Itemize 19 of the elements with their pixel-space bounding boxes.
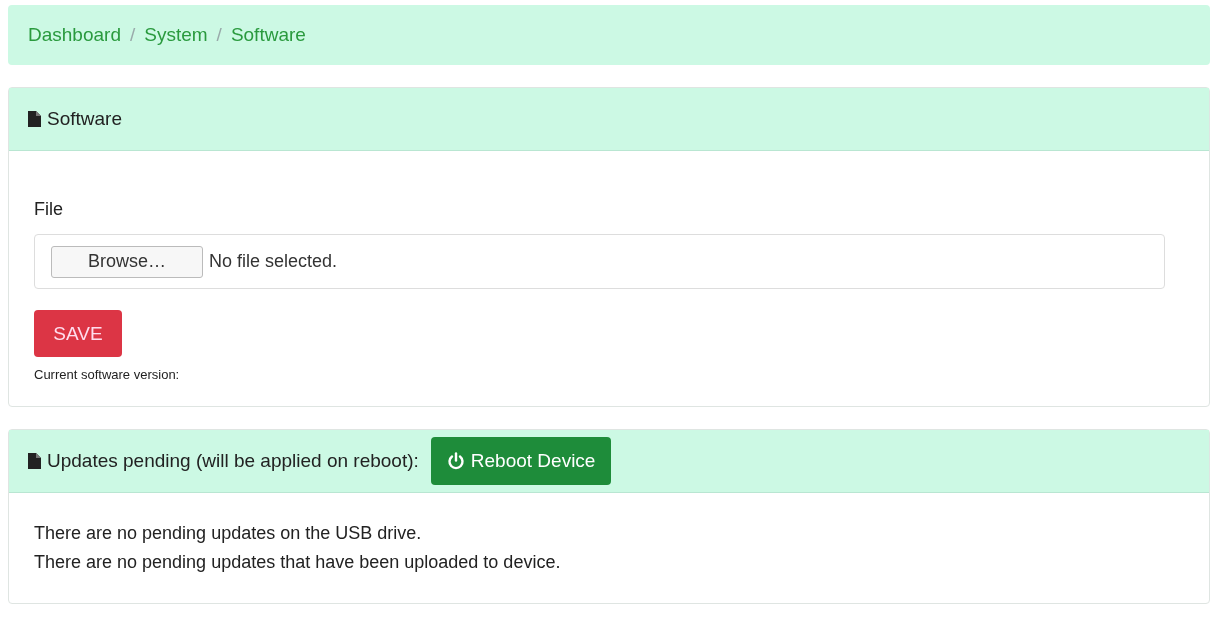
document-icon	[28, 111, 41, 127]
file-status: No file selected.	[209, 251, 338, 272]
field-label: File	[34, 199, 64, 220]
card-title: Software	[47, 108, 122, 130]
card-title: Updates pending (will be applied on reboot):	[47, 450, 419, 472]
status-message: There are no pending updates on the USB drive.	[34, 523, 423, 544]
breadcrumb-link[interactable]: System	[144, 24, 208, 46]
file-input-field[interactable]: Browse… No file selected.	[34, 234, 1165, 289]
breadcrumb-separator: /	[216, 24, 222, 46]
breadcrumb-separator: /	[129, 24, 136, 46]
browse-button[interactable]: Browse…	[51, 245, 203, 278]
document-icon	[28, 453, 41, 469]
version-label: Current software version:	[34, 367, 181, 382]
breadcrumb-link[interactable]: Software	[230, 24, 306, 46]
reboot-button[interactable]: Reboot Device	[430, 437, 612, 485]
status-message: There are no pending updates that have been uploaded to device.	[34, 552, 562, 573]
power-icon	[446, 452, 465, 470]
breadcrumb-link[interactable]: Dashboard	[28, 24, 121, 46]
save-button[interactable]: SAVE	[34, 310, 122, 357]
